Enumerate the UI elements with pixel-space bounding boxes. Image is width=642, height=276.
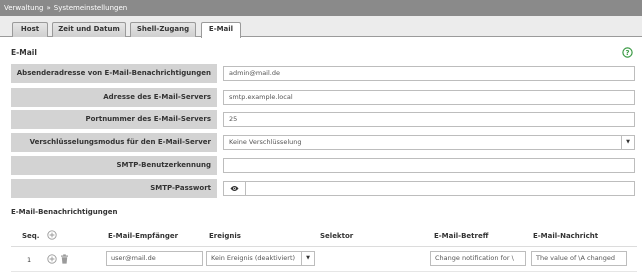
table-row-divider bbox=[11, 271, 637, 272]
row-event-select[interactable]: Kein Ereignis (deaktiviert) ▼ bbox=[206, 251, 315, 266]
sender-address-label: Absenderadresse von E-Mail-Benachrichtig… bbox=[11, 64, 217, 83]
form-row-server: Adresse des E-Mail-Servers smtp.example.… bbox=[11, 88, 638, 107]
header-recipient: E-Mail-Empfänger bbox=[108, 232, 179, 240]
tab-shell-access[interactable]: Shell-Zugang bbox=[130, 22, 196, 37]
tab-time-date[interactable]: Zeit und Datum bbox=[52, 22, 126, 37]
row-recipient-input[interactable]: user@mail.de bbox=[106, 251, 203, 266]
smtp-password-input[interactable] bbox=[223, 181, 635, 196]
help-circle-icon[interactable]: ? bbox=[622, 47, 633, 58]
header-message: E-Mail-Nachricht bbox=[533, 232, 599, 240]
form-row-port: Portnummer des E-Mail-Servers 25 bbox=[11, 110, 638, 129]
breadcrumb-part-system-settings: Systemeinstellungen bbox=[53, 4, 128, 12]
tab-bar: Host Zeit und Datum Shell-Zugang E-Mail bbox=[0, 16, 642, 38]
trash-icon[interactable] bbox=[60, 254, 69, 264]
triangle-down-icon[interactable]: ▼ bbox=[301, 252, 314, 265]
smtp-user-input[interactable] bbox=[223, 158, 635, 173]
eye-icon[interactable] bbox=[224, 182, 246, 195]
mail-server-input[interactable]: smtp.example.local bbox=[223, 90, 635, 105]
triangle-down-icon[interactable]: ▼ bbox=[621, 136, 634, 149]
port-label: Portnummer des E-Mail-Servers bbox=[11, 110, 217, 129]
encryption-label: Verschlüsselungsmodus für den E-Mail-Ser… bbox=[11, 133, 217, 152]
form-row-smtp-user: SMTP-Benutzerkennung bbox=[11, 156, 638, 175]
tab-email[interactable]: E-Mail bbox=[201, 22, 241, 38]
encryption-select-value: Keine Verschlüsselung bbox=[229, 138, 302, 146]
row-message-input[interactable]: The value of \A changed bbox=[531, 251, 627, 266]
table-header-divider bbox=[11, 246, 637, 247]
tab-host[interactable]: Host bbox=[12, 22, 48, 37]
header-subject: E-Mail-Betreff bbox=[434, 232, 489, 240]
plus-circle-icon[interactable] bbox=[47, 254, 57, 264]
smtp-password-label: SMTP-Passwort bbox=[11, 179, 217, 198]
breadcrumb-separator: » bbox=[46, 4, 51, 12]
breadcrumb: Verwaltung» Systemeinstellungen bbox=[0, 0, 642, 16]
row-subject-input[interactable]: Change notification for \ bbox=[430, 251, 526, 266]
form-row-smtp-password: SMTP-Passwort bbox=[11, 179, 638, 198]
encryption-select[interactable]: Keine Verschlüsselung ▼ bbox=[223, 135, 635, 150]
form-row-sender: Absenderadresse von E-Mail-Benachrichtig… bbox=[11, 64, 638, 83]
breadcrumb-part-administration[interactable]: Verwaltung bbox=[4, 4, 43, 12]
svg-text:?: ? bbox=[625, 49, 629, 57]
row-seq: 1 bbox=[27, 256, 32, 264]
mail-server-label: Adresse des E-Mail-Servers bbox=[11, 88, 217, 107]
plus-circle-icon[interactable] bbox=[47, 230, 57, 240]
form-row-encryption: Verschlüsselungsmodus für den E-Mail-Ser… bbox=[11, 133, 638, 152]
header-selector: Selektor bbox=[320, 232, 354, 240]
port-input[interactable]: 25 bbox=[223, 112, 635, 127]
sender-address-input[interactable]: admin@mail.de bbox=[223, 66, 635, 81]
section-title: E-Mail bbox=[11, 48, 37, 57]
header-seq: Seq. bbox=[22, 232, 40, 240]
smtp-user-label: SMTP-Benutzerkennung bbox=[11, 156, 217, 175]
row-event-value: Kein Ereignis (deaktiviert) bbox=[211, 254, 296, 262]
notifications-title: E-Mail-Benachrichtigungen bbox=[11, 208, 118, 216]
header-event: Ereignis bbox=[209, 232, 241, 240]
